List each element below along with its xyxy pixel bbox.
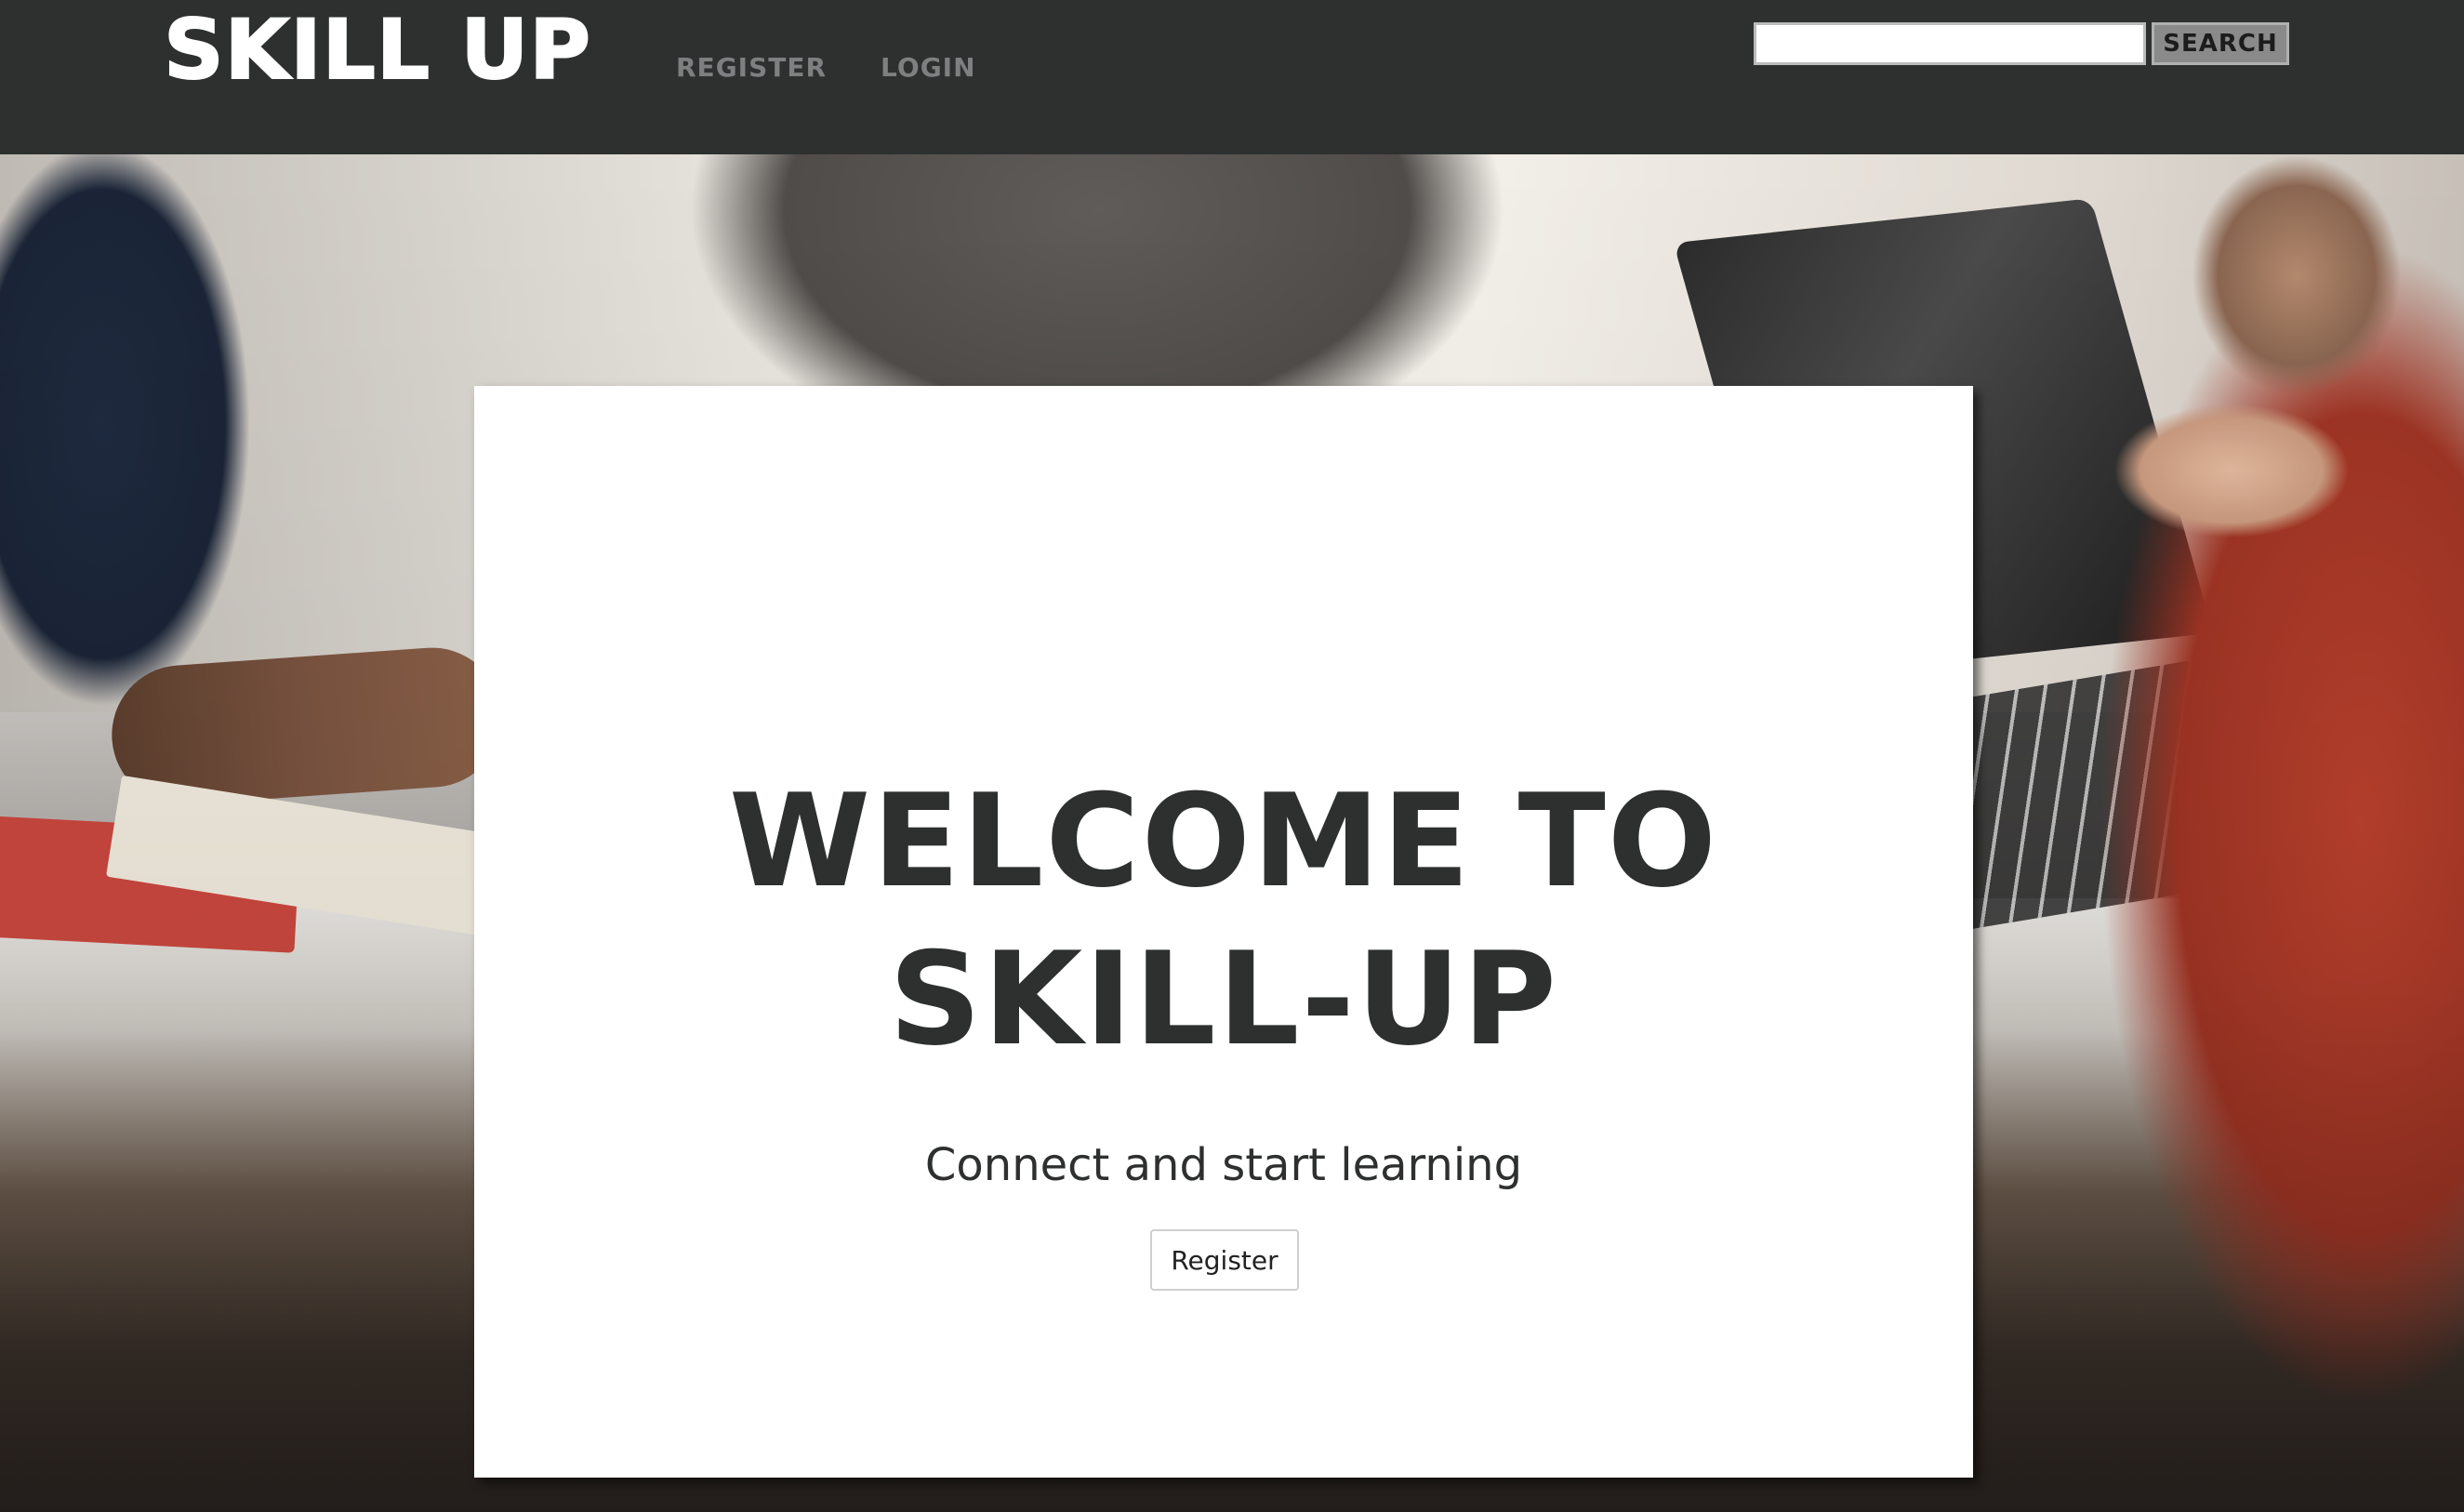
search-input[interactable] bbox=[1754, 22, 2146, 65]
page: SKILL UP REGISTER LOGIN SEARCH WELCOME T… bbox=[0, 0, 2464, 1512]
nav-register-link[interactable]: REGISTER bbox=[676, 52, 827, 83]
register-button[interactable]: Register bbox=[1150, 1229, 1299, 1291]
site-logo[interactable]: SKILL UP bbox=[163, 4, 591, 96]
welcome-card: WELCOME TO SKILL-UP Connect and start le… bbox=[474, 386, 1973, 1478]
search-button[interactable]: SEARCH bbox=[2152, 22, 2289, 65]
main-nav: REGISTER LOGIN bbox=[676, 52, 976, 83]
welcome-title: WELCOME TO SKILL-UP bbox=[728, 766, 1719, 1074]
welcome-subtitle: Connect and start learning bbox=[924, 1139, 1523, 1191]
search-form: SEARCH bbox=[1754, 22, 2289, 65]
nav-login-link[interactable]: LOGIN bbox=[881, 52, 975, 83]
top-navbar: SKILL UP REGISTER LOGIN SEARCH bbox=[0, 0, 2464, 154]
